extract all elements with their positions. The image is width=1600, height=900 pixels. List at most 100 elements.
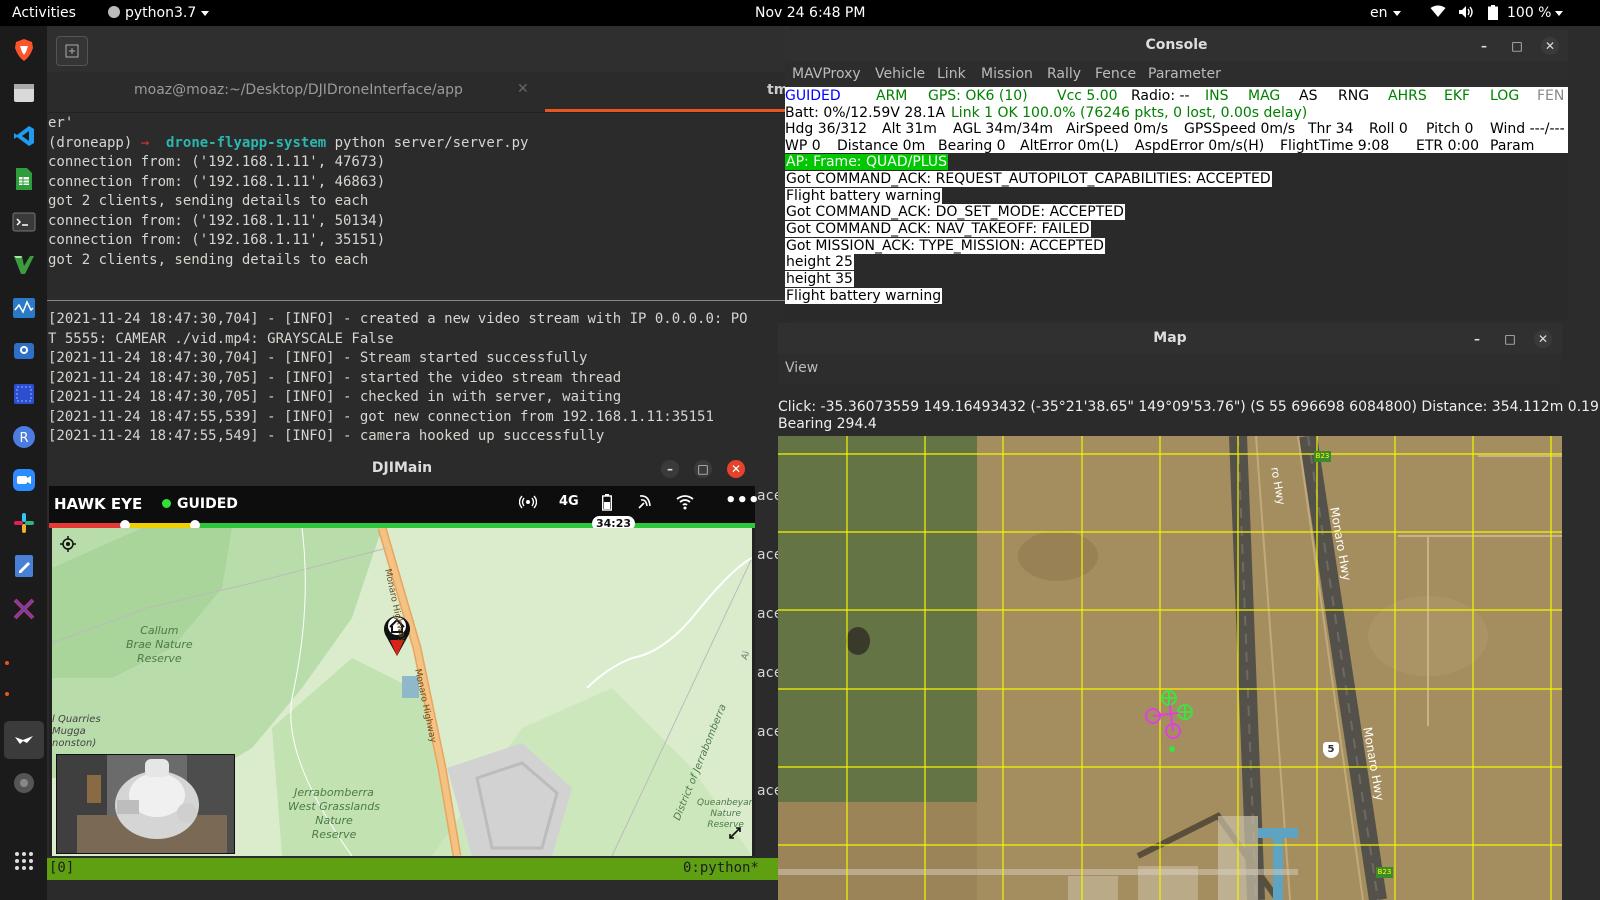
battery-percent: 100 % xyxy=(1507,5,1552,21)
minimize-icon[interactable]: – xyxy=(661,460,679,478)
terminal-line: [2021-11-24 18:47:55,549] - [INFO] - cam… xyxy=(48,428,605,444)
click-coordinates: Click: -35.36073559 149.16493432 (-35°21… xyxy=(778,399,1600,415)
close-icon[interactable]: ✕ xyxy=(1541,37,1559,55)
disk-icon[interactable] xyxy=(12,771,36,795)
tmux-window-index[interactable]: [0] xyxy=(49,860,74,876)
status-rng: RNG xyxy=(1338,88,1370,104)
vscode-icon[interactable] xyxy=(12,124,36,148)
console-title-bar[interactable]: Console – □ ✕ xyxy=(785,30,1568,61)
console-frame-message: AP: Frame: QUAD/PLUS xyxy=(785,154,948,170)
r-app-icon[interactable]: R xyxy=(12,425,36,449)
close-icon[interactable]: ✕ xyxy=(1534,330,1552,348)
minimize-icon[interactable]: – xyxy=(1468,330,1486,348)
zoom-icon[interactable] xyxy=(12,468,36,492)
route-shield: 5 xyxy=(1323,742,1339,758)
dji-map[interactable]: Callum Brae Nature Reserve Monaro Highwa… xyxy=(52,528,752,856)
status-gpsspeed: GPSSpeed 0m/s xyxy=(1184,121,1296,137)
status-agl: AGL 34m/34m xyxy=(953,121,1054,137)
running-indicator xyxy=(5,692,9,696)
status-radio: Radio: -- xyxy=(1131,88,1190,104)
camera-frame xyxy=(57,755,234,853)
terminal-icon[interactable] xyxy=(12,210,36,234)
dji-title-bar[interactable]: DJIMain – □ ✕ xyxy=(49,453,755,486)
close-icon[interactable]: ✕ xyxy=(727,460,745,478)
chevron-down-icon[interactable] xyxy=(1555,11,1563,16)
minimize-icon[interactable]: – xyxy=(1475,37,1493,55)
map-window[interactable]: Map – □ ✕ View Click: -35.36073559 149.1… xyxy=(778,323,1600,900)
vehicle-icon[interactable] xyxy=(1143,688,1203,754)
clock[interactable]: Nov 24 6:48 PM xyxy=(755,5,865,21)
webcam-icon[interactable] xyxy=(12,339,36,363)
wifi-icon[interactable] xyxy=(1430,5,1446,22)
terminal-prompt-line: (droneapp) → drone-flyapp-system python … xyxy=(48,135,529,151)
show-applications-icon[interactable] xyxy=(12,849,36,873)
new-tab-button[interactable] xyxy=(56,36,88,66)
language-menu[interactable]: en xyxy=(1370,5,1401,21)
terminal-tab-title[interactable]: moaz@moaz:~/Desktop/DJIDroneInterface/ap… xyxy=(134,82,463,98)
pane-divider[interactable] xyxy=(47,300,790,301)
status-as: AS xyxy=(1299,88,1318,104)
console-message: height 35 xyxy=(785,271,854,287)
locate-me-icon[interactable] xyxy=(60,536,76,552)
spreadsheet-icon[interactable] xyxy=(12,167,36,191)
remote-signal-icon[interactable] xyxy=(518,494,538,514)
console-status-panel: GUIDED ARM GPS: OK6 (10) Vcc 5.00 Radio:… xyxy=(785,87,1568,154)
flight-mode[interactable]: GUIDED xyxy=(162,496,238,512)
activities-button[interactable]: Activities xyxy=(12,5,76,21)
close-tab-icon[interactable]: ✕ xyxy=(517,81,529,97)
system-monitor-icon[interactable] xyxy=(12,296,36,320)
terminal-line: connection from: ('192.168.1.11', 50134) xyxy=(48,213,386,229)
status-waypoint: WP 0 xyxy=(785,138,821,154)
text-editor-icon[interactable] xyxy=(12,554,36,578)
volume-icon[interactable] xyxy=(1458,5,1474,23)
maximize-icon[interactable]: □ xyxy=(694,460,712,478)
console-window[interactable]: Console – □ ✕ MAVProxy Vehicle Link Miss… xyxy=(785,30,1568,320)
satellite-map[interactable]: ro Hwy Monaro Hwy Monaro Hwy B23 B23 5 xyxy=(778,436,1562,900)
menu-vehicle[interactable]: Vehicle xyxy=(875,66,925,82)
python-app-icon xyxy=(108,6,120,18)
map-info-panel: Click: -35.36073559 149.16493432 (-35°21… xyxy=(778,383,1600,436)
language-label: en xyxy=(1370,5,1388,21)
tmux-window-name[interactable]: 0:python* xyxy=(683,860,759,876)
window-title: Console xyxy=(1145,37,1208,53)
menu-view[interactable]: View xyxy=(785,360,818,376)
chevron-down-icon xyxy=(201,10,210,16)
console-message: Got COMMAND_ACK: NAV_TAKEOFF: FAILED xyxy=(785,221,1091,237)
status-airspeed: AirSpeed 0m/s xyxy=(1066,121,1169,137)
brave-browser-icon[interactable] xyxy=(12,38,36,62)
prompt-dir: drone-flyapp-system xyxy=(166,135,327,151)
dji-main-window[interactable]: DJIMain – □ ✕ HAWK EYE GUIDED 4G ••• 34:… xyxy=(49,453,760,856)
menu-mission[interactable]: Mission xyxy=(981,66,1033,82)
app-menu[interactable]: python3.7 xyxy=(108,5,210,21)
status-battery: Batt: 0%/12.59V 28.1A xyxy=(785,105,946,121)
menu-rally[interactable]: Rally xyxy=(1047,66,1081,82)
maximize-icon[interactable]: □ xyxy=(1508,37,1526,55)
console-message: Got COMMAND_ACK: REQUEST_AUTOPILOT_CAPAB… xyxy=(785,171,1272,187)
camera-feed[interactable] xyxy=(56,754,235,854)
menu-mavproxy[interactable]: MAVProxy xyxy=(792,66,861,82)
more-options-icon[interactable]: ••• xyxy=(725,490,760,511)
window-title: Map xyxy=(1153,330,1187,346)
screenshot-icon[interactable] xyxy=(12,382,36,406)
maximize-icon[interactable]: □ xyxy=(1501,330,1519,348)
slack-icon[interactable] xyxy=(12,511,36,535)
console-menu-bar: MAVProxy Vehicle Link Mission Rally Fenc… xyxy=(785,61,1568,87)
status-log: LOG xyxy=(1490,88,1520,104)
menu-link[interactable]: Link xyxy=(937,66,966,82)
expand-map-icon[interactable] xyxy=(725,823,745,843)
menu-fence[interactable]: Fence xyxy=(1095,66,1136,82)
console-message: height 25 xyxy=(785,254,854,270)
dji-app-icon[interactable] xyxy=(4,721,44,759)
battery-icon[interactable] xyxy=(1488,5,1498,24)
console-message: Got MISSION_ACK: TYPE_MISSION: ACCEPTED xyxy=(785,238,1105,254)
drone-battery-icon[interactable] xyxy=(601,494,613,515)
vim-icon[interactable] xyxy=(12,253,36,277)
xdebug-icon[interactable] xyxy=(12,597,36,621)
map-title-bar[interactable]: Map – □ ✕ xyxy=(778,323,1562,354)
road-shield: B23 xyxy=(1376,867,1393,878)
wifi-icon[interactable] xyxy=(676,494,694,514)
gps-signal-icon[interactable] xyxy=(637,494,655,514)
menu-parameter[interactable]: Parameter xyxy=(1148,66,1221,82)
files-icon[interactable] xyxy=(12,81,36,105)
status-aspderror: AspdError 0m/s(H) xyxy=(1135,138,1265,154)
